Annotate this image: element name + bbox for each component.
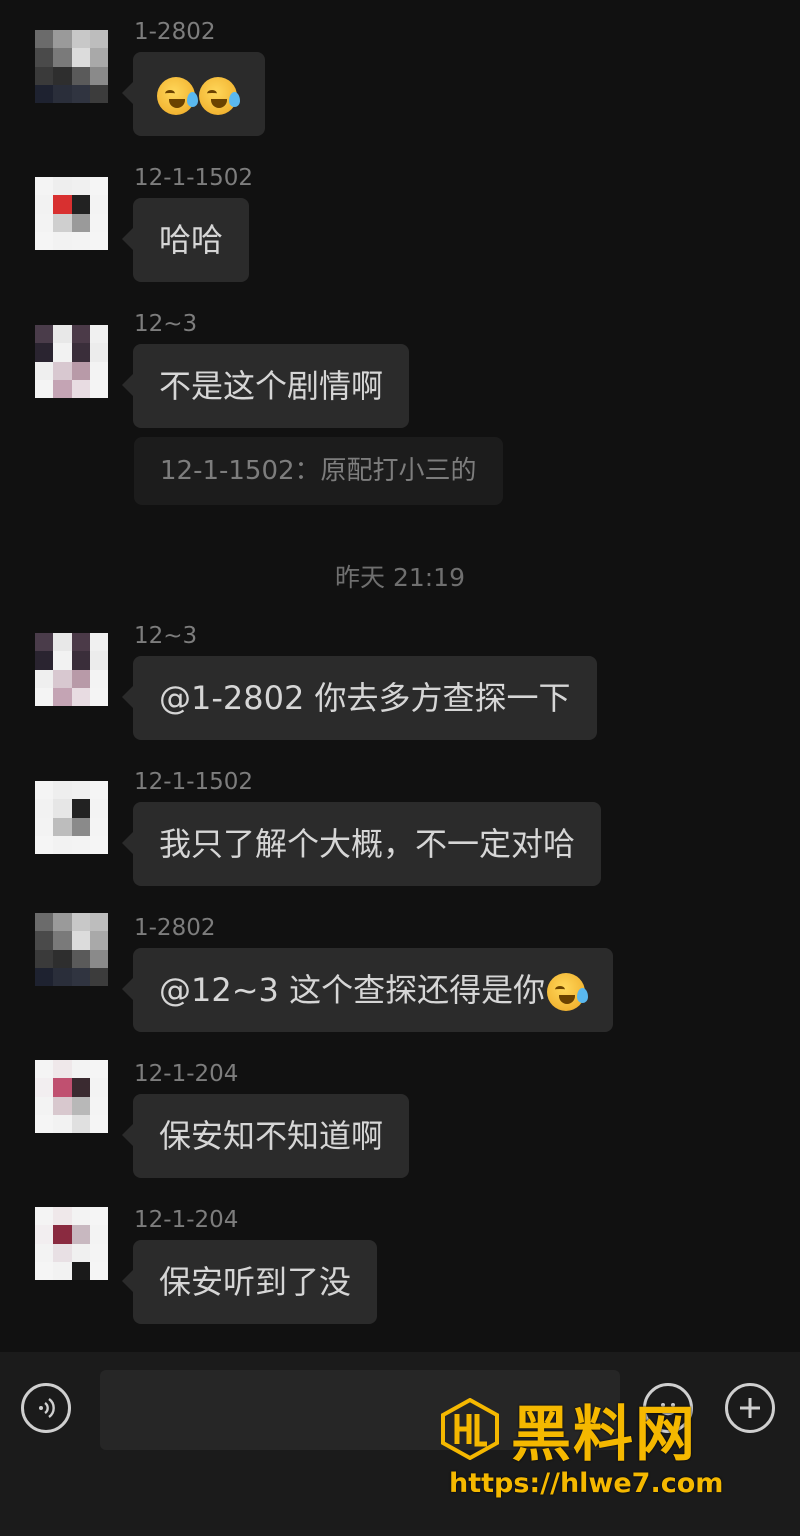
watermark-url: https://hlwe7.com [449, 1468, 724, 1499]
avatar[interactable] [35, 1207, 108, 1280]
message-bubble[interactable]: 不是这个剧情啊 [121, 344, 410, 428]
sender-name: 12~3 [134, 623, 198, 649]
sender-name: 12~3 [134, 311, 198, 337]
laughing-tears-emoji [199, 77, 240, 115]
message-bubble[interactable] [122, 52, 265, 136]
message-bubble[interactable]: 哈哈 [121, 198, 250, 282]
message-bubble[interactable]: 保安知不知道啊 [121, 1094, 410, 1178]
avatar[interactable] [35, 781, 108, 854]
message-bubble[interactable]: 保安听到了没 [121, 1240, 378, 1324]
sender-name: 12-1-1502 [134, 165, 254, 191]
sender-name: 12-1-204 [134, 1207, 239, 1233]
message-bubble[interactable]: @1-2802 你去多方查探一下 [122, 656, 597, 740]
laughing-tears-emoji [157, 77, 198, 115]
watermark: 黑料网 https://hlwe7.com [435, 1390, 780, 1505]
avatar[interactable] [35, 325, 108, 398]
sender-name: 1-2802 [134, 19, 216, 45]
message-text: @12~3 这个查探还得是你 [159, 971, 546, 1009]
chat-history[interactable]: 1-2802 12-1-1502 哈哈 12~3 不是这个剧情啊 12-1-15… [0, 0, 800, 1352]
sender-name: 12-1-204 [134, 1061, 239, 1087]
avatar[interactable] [35, 633, 108, 706]
avatar[interactable] [35, 1060, 108, 1133]
message-bubble[interactable]: @12~3 这个查探还得是你 [121, 948, 614, 1032]
watermark-brand: 黑料网 [511, 1400, 697, 1470]
sender-name: 12-1-1502 [134, 769, 254, 795]
avatar[interactable] [35, 913, 108, 986]
timestamp: 昨天 21:19 [335, 563, 465, 592]
laughing-tears-emoji [547, 973, 589, 1011]
message-bubble[interactable]: 我只了解个大概，不一定对哈 [121, 802, 602, 886]
avatar[interactable] [35, 30, 108, 103]
quoted-message[interactable]: 12-1-1502：原配打小三的 [134, 437, 503, 505]
avatar[interactable] [35, 177, 108, 250]
watermark-logo-icon [441, 1398, 499, 1460]
voice-icon[interactable] [21, 1383, 71, 1433]
sender-name: 1-2802 [134, 915, 216, 941]
